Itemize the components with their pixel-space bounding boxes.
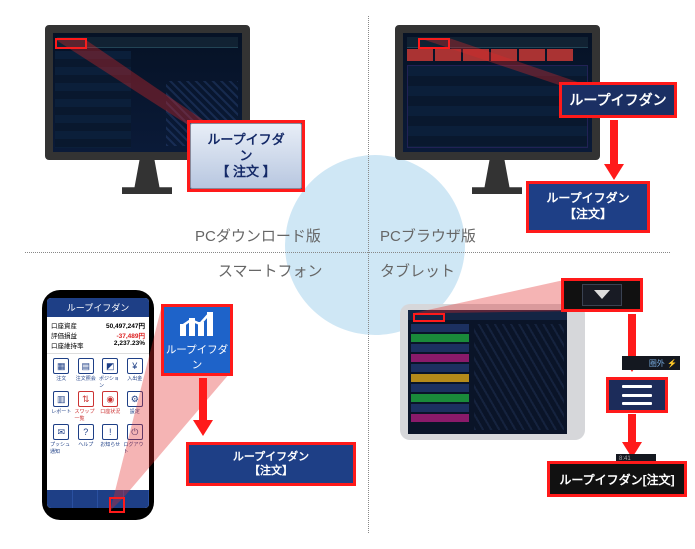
order-label: ループイフダン[注文]: [559, 471, 674, 488]
menu-item[interactable]: !お知らせ: [99, 424, 122, 455]
menu-item[interactable]: ◩ポジション: [99, 358, 122, 389]
label-smartphone: スマートフォン: [218, 260, 323, 281]
smartphone-order-button[interactable]: ループイフダン 【注文】: [186, 442, 356, 486]
line2: 【注文】: [564, 207, 612, 223]
tablet-top-highlight: [413, 313, 445, 322]
tablet-menu-button[interactable]: [606, 377, 668, 413]
line1: ループイフダン: [233, 450, 309, 464]
tablet-device: [400, 304, 585, 440]
menu-item[interactable]: ▤注文照会: [75, 358, 98, 389]
tablet-status-strip: 圏外 ⚡: [622, 356, 680, 370]
smartphone-loop-icon[interactable]: ループイフダン: [161, 304, 233, 376]
pc-browser-tab-callout[interactable]: ループイフダン: [559, 82, 677, 118]
tablet-order-button[interactable]: ループイフダン[注文]: [547, 461, 687, 497]
menu-item[interactable]: ▦注文: [50, 358, 73, 389]
smartphone-device: ループイフダン 口座資産50,497,247円 評価損益-37,489円 口座維…: [42, 290, 154, 520]
app-menu-grid: ▦注文 ▤注文照会 ◩ポジション ¥入出金 ▥レポート ⇅スワップ一覧 ◉口座状…: [47, 354, 149, 459]
menu-item[interactable]: ⏻ログアウト: [124, 424, 147, 455]
divider-horizontal: [25, 252, 670, 253]
pc-download-order-callout[interactable]: ループイフダン 【 注文 】: [187, 120, 305, 192]
smartphone-nav-highlight: [109, 497, 125, 513]
pc-browser-order-button[interactable]: ループイフダン 【注文】: [526, 181, 650, 233]
menu-item[interactable]: ¥入出金: [124, 358, 147, 389]
label-tablet: タブレット: [380, 260, 455, 281]
menu-item[interactable]: ✉プッシュ通知: [50, 424, 73, 455]
icon-label: ループイフダン: [164, 342, 230, 372]
menu-item[interactable]: ?ヘルプ: [75, 424, 98, 455]
menu-item[interactable]: ⚙設定: [124, 391, 147, 422]
tablet-dropdown-callout[interactable]: [561, 278, 643, 312]
tab-label: ループイフダン: [569, 90, 666, 110]
app-title: ループイフダン: [47, 298, 149, 317]
hamburger-icon: [622, 385, 652, 405]
bar-chart-icon: [178, 308, 216, 338]
chevron-down-icon: [594, 290, 610, 300]
pc-browser-tab-highlight: [418, 38, 450, 49]
line2: 【注文】: [249, 464, 293, 478]
line1: ループイフダン: [546, 191, 629, 207]
monitor-stand: [472, 160, 522, 194]
account-info: 口座資産50,497,247円 評価損益-37,489円 口座維持率2,237.…: [47, 317, 149, 354]
menu-item[interactable]: ▥レポート: [50, 391, 73, 422]
divider-vertical: [368, 16, 369, 533]
label-pc-download: PCダウンロード版: [195, 225, 321, 246]
menu-item[interactable]: ⇅スワップ一覧: [75, 391, 98, 422]
pc-download-highlight: [55, 38, 87, 49]
callout-line2: 【 注文 】: [201, 164, 291, 180]
bottom-nav[interactable]: [47, 490, 149, 508]
callout-line1: ループイフダン: [201, 132, 291, 165]
label-pc-browser: PCブラウザ版: [380, 225, 476, 246]
menu-item[interactable]: ◉口座状況: [99, 391, 122, 422]
monitor-stand: [122, 160, 172, 194]
